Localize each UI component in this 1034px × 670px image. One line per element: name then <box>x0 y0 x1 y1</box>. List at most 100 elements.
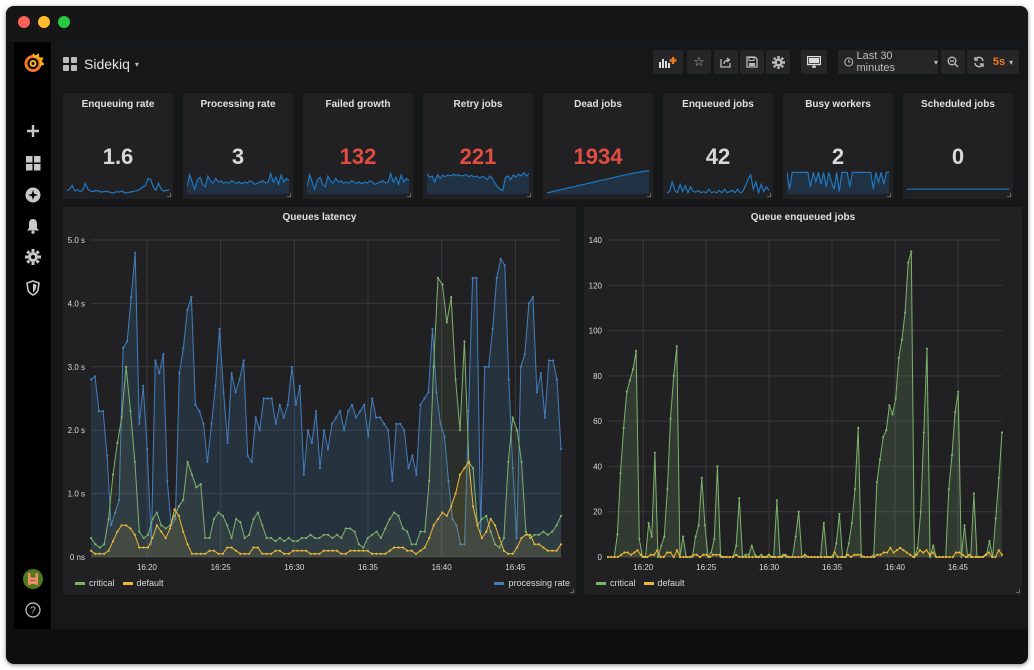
data-point <box>327 533 330 536</box>
data-point <box>314 410 318 413</box>
data-point <box>997 476 1000 479</box>
data-point <box>146 448 149 451</box>
stat-panel-enqueued-jobs[interactable]: Enqueued jobs 42 <box>663 93 773 199</box>
stat-panel-processing-rate[interactable]: Processing rate 3 <box>183 93 293 199</box>
time-range-picker[interactable]: Last 30 minutes ▾ <box>838 50 938 74</box>
user-avatar[interactable] <box>23 569 43 589</box>
data-point <box>838 512 841 516</box>
queues-latency-panel[interactable]: Queues latency 0 ns 1.0 s 2.0 s 3.0 s 4.0 s5… <box>63 207 576 595</box>
data-point <box>296 540 299 543</box>
data-point <box>856 553 859 556</box>
stat-panel-failed-growth[interactable]: Failed growth 132 <box>303 93 413 199</box>
data-point <box>869 555 872 559</box>
panel-resize-handle[interactable] <box>1016 589 1020 593</box>
stat-panel-busy-workers[interactable]: Busy workers 2 <box>783 93 893 199</box>
plus-icon[interactable] <box>24 122 42 140</box>
grafana-logo-icon[interactable] <box>22 52 45 74</box>
tv-mode-button[interactable] <box>801 50 827 74</box>
legend-item-processing-rate[interactable]: processing rate <box>494 578 570 588</box>
data-point <box>800 555 803 559</box>
data-point <box>318 536 321 540</box>
dashboard-title-picker[interactable]: Sidekiq ▾ <box>63 56 139 72</box>
data-point <box>797 555 800 559</box>
legend-item-critical[interactable]: critical <box>596 578 636 588</box>
data-point <box>177 505 180 508</box>
data-point <box>994 517 997 520</box>
data-point <box>813 555 816 559</box>
data-point <box>111 540 115 543</box>
minimize-window-button[interactable] <box>38 16 50 28</box>
data-point <box>794 555 797 559</box>
legend-item-default[interactable]: default <box>122 578 164 588</box>
data-point <box>151 517 154 521</box>
stat-panel-dead-jobs[interactable]: Dead jobs 1934 <box>543 93 653 199</box>
data-point <box>182 530 185 533</box>
data-point <box>261 524 264 527</box>
panel-resize-handle[interactable] <box>887 193 891 197</box>
stat-panel-scheduled-jobs[interactable]: Scheduled jobs 0 <box>903 93 1013 199</box>
data-point <box>239 552 242 555</box>
stat-panel-retry-jobs[interactable]: Retry jobs 221 <box>423 93 533 199</box>
data-point <box>957 390 960 393</box>
compass-icon[interactable] <box>24 186 42 204</box>
refresh-picker[interactable]: 5s ▾ <box>967 50 1019 74</box>
legend-item-default[interactable]: default <box>643 578 685 588</box>
panel-resize-handle[interactable] <box>647 193 651 197</box>
data-point <box>134 251 137 254</box>
data-point <box>954 551 958 554</box>
sparkline <box>307 171 409 194</box>
data-point <box>643 555 646 559</box>
data-point <box>384 552 387 555</box>
shield-icon[interactable] <box>24 279 42 297</box>
panel-resize-handle[interactable] <box>287 193 291 197</box>
data-point <box>994 555 997 559</box>
queue-enqueued-jobs-panel[interactable]: Queue enqueued jobs 0 20 40 60 80 100 120 140 16… <box>584 207 1022 595</box>
refresh-interval-label: 5s <box>992 56 1006 68</box>
data-point <box>797 510 800 513</box>
queues-latency-chart[interactable]: 0 ns 1.0 s 2.0 s 3.0 s 4.0 s 5.0 s 16:20 16:25 1… <box>63 207 576 595</box>
close-window-button[interactable] <box>18 16 30 28</box>
data-point <box>363 403 366 406</box>
data-point <box>397 546 400 549</box>
save-button[interactable] <box>740 50 764 74</box>
data-point <box>533 533 536 536</box>
data-point <box>790 555 793 559</box>
stat-panel-enqueuing-rate[interactable]: Enqueuing rate 1.6 <box>63 93 173 199</box>
data-point <box>710 551 713 554</box>
data-point <box>242 359 245 362</box>
help-icon[interactable]: ? <box>24 601 42 619</box>
panel-resize-handle[interactable] <box>527 193 531 197</box>
maximize-window-button[interactable] <box>58 16 70 28</box>
zoom-out-button[interactable] <box>941 50 965 74</box>
panel-resize-handle[interactable] <box>167 193 171 197</box>
panel-resize-handle[interactable] <box>407 193 411 197</box>
bell-icon[interactable] <box>24 217 42 235</box>
data-point <box>935 555 938 559</box>
x-tick-label: 16:20 <box>137 563 158 572</box>
data-point <box>780 555 784 559</box>
panel-resize-handle[interactable] <box>570 589 574 593</box>
add-panel-button[interactable] <box>653 50 683 74</box>
legend-item-critical[interactable]: critical <box>75 578 115 588</box>
stat-value: 2 <box>831 144 845 169</box>
data-point <box>721 555 724 559</box>
data-point <box>836 555 839 559</box>
data-point <box>543 416 546 419</box>
data-point <box>520 536 523 540</box>
share-button[interactable] <box>714 50 738 74</box>
gear-icon[interactable] <box>24 248 42 266</box>
settings-button[interactable] <box>766 50 790 74</box>
queue-enqueued-jobs-chart[interactable]: 0 20 40 60 80 100 120 140 16:20 16:25 16:30 16:35 16… <box>584 207 1022 595</box>
x-tick-label: 16:25 <box>211 563 232 572</box>
star-button[interactable]: ☆ <box>687 50 711 74</box>
series-area <box>608 251 1002 558</box>
dashboards-grid-icon[interactable] <box>24 154 42 172</box>
data-point <box>331 536 334 540</box>
data-point <box>753 553 757 556</box>
zoom-out-icon <box>947 56 959 68</box>
panel-resize-handle[interactable] <box>1007 193 1011 197</box>
data-point <box>212 549 216 552</box>
panel-resize-handle[interactable] <box>767 193 771 197</box>
data-point <box>523 353 526 356</box>
data-point <box>647 521 650 525</box>
